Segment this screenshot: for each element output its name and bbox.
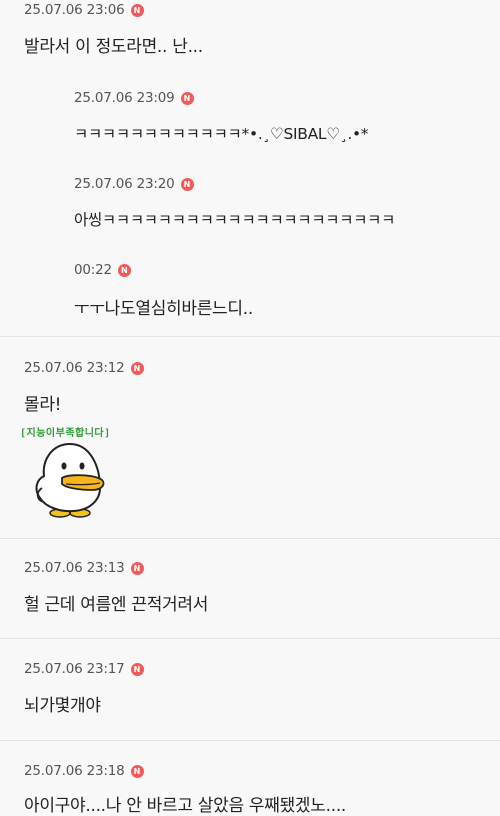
comment-divider: [0, 336, 500, 337]
comment-timestamp: 25.07.06 23:12: [24, 360, 125, 376]
new-badge-icon: N: [130, 662, 144, 676]
comment-item: 25.07.06 23:13 N 헐 근데 여름엔 끈적거려서: [24, 558, 500, 615]
comment-text: ㅜㅜ나도열심히바른느디..: [74, 299, 253, 319]
comment-meta: 25.07.06 23:12 N: [24, 358, 500, 378]
new-badge-icon: N: [130, 3, 144, 17]
comment-text: 몰라!: [24, 395, 62, 415]
comment-item: 25.07.06 23:17 N 뇌가몇개야: [24, 659, 500, 716]
comment-meta: 25.07.06 23:06 N: [24, 0, 500, 20]
comment-meta: 25.07.06 23:09 N: [74, 88, 500, 108]
comment-text: 아씽ㅋㅋㅋㅋㅋㅋㅋㅋㅋㅋㅋㅋㅋㅋㅋㅋㅋㅋㅋㅋㅋ: [74, 211, 396, 229]
comment-timestamp: 25.07.06 23:09: [74, 90, 175, 106]
comment-text: 헐 근데 여름엔 끈적거려서: [24, 595, 209, 615]
comment-text: 뇌가몇개야: [24, 696, 101, 716]
new-badge-icon: N: [180, 91, 194, 105]
comment-divider: [0, 638, 500, 639]
comment-meta: 25.07.06 23:13 N: [24, 558, 500, 578]
reply-item: 00:22 N ㅜㅜ나도열심히바른느디..: [74, 260, 500, 319]
comment-text: 발라서 이 정도라면.. 난...: [24, 37, 203, 57]
new-badge-icon: N: [180, 177, 194, 191]
comment-text: 아이구야....나 안 바르고 살았음 우째됐겠노....: [24, 796, 347, 816]
comment-meta: 25.07.06 23:17 N: [24, 659, 500, 679]
new-badge-icon: N: [130, 764, 144, 778]
comment-divider: [0, 538, 500, 539]
comment-item: 25.07.06 23:12 N 몰라!: [24, 358, 500, 415]
comment-meta: 25.07.06 23:18 N: [24, 761, 500, 781]
reply-item: 25.07.06 23:20 N 아씽ㅋㅋㅋㅋㅋㅋㅋㅋㅋㅋㅋㅋㅋㅋㅋㅋㅋㅋㅋㅋㅋ: [74, 174, 500, 230]
comment-timestamp: 25.07.06 23:20: [74, 176, 175, 192]
comment-item: 25.07.06 23:18 N 아이구야....나 안 바르고 살았음 우째됐…: [24, 761, 500, 816]
new-badge-icon: N: [117, 263, 131, 277]
comment-timestamp: 25.07.06 23:06: [24, 2, 125, 18]
comment-item: 25.07.06 23:06 N 발라서 이 정도라면.. 난...: [24, 0, 500, 57]
comment-timestamp: 25.07.06 23:17: [24, 661, 125, 677]
comment-meta: 25.07.06 23:20 N: [74, 174, 500, 194]
comment-text: ㅋㅋㅋㅋㅋㅋㅋㅋㅋㅋㅋㅋ*•.¸♡SIBAL♡¸.•*: [74, 125, 369, 143]
comment-timestamp: 00:22: [74, 262, 112, 278]
comment-timestamp: 25.07.06 23:13: [24, 560, 125, 576]
comment-timestamp: 25.07.06 23:18: [24, 763, 125, 779]
comment-meta: 00:22 N: [74, 260, 500, 280]
new-badge-icon: N: [130, 361, 144, 375]
sticker-caption: [지능이부족합니다]: [20, 428, 111, 439]
duck-sticker: [지능이부족합니다]: [20, 424, 130, 518]
new-badge-icon: N: [130, 561, 144, 575]
reply-item: 25.07.06 23:09 N ㅋㅋㅋㅋㅋㅋㅋㅋㅋㅋㅋㅋ*•.¸♡SIBAL♡…: [74, 88, 500, 144]
comment-divider: [0, 740, 500, 741]
duck-icon: [35, 442, 105, 518]
